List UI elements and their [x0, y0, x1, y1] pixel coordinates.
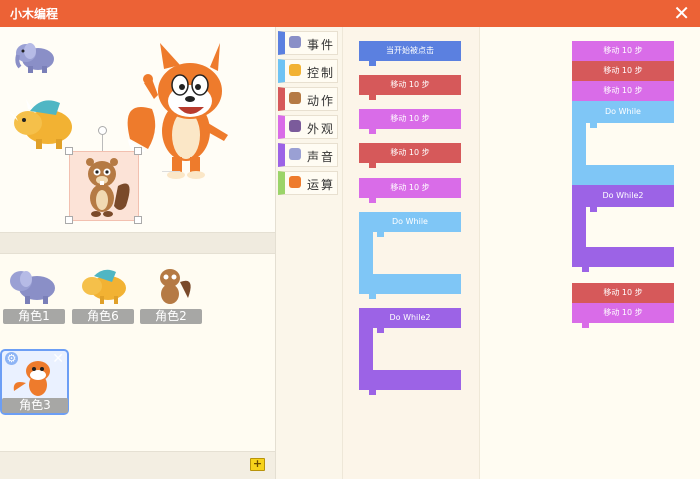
script-workspace[interactable]: 移动 10 步 移动 10 步 移动 10 步 Do While Do Whil…	[480, 27, 700, 479]
sprite-toolbar: +	[0, 451, 275, 479]
block-move-steps[interactable]: 移动 10 步	[359, 143, 461, 163]
elephant-sprite[interactable]	[14, 39, 58, 75]
sprite-card-2[interactable]: 角色2	[140, 262, 202, 324]
rotate-handle[interactable]	[98, 126, 107, 135]
title-bar: 小木编程 ✕	[0, 0, 700, 27]
looks-icon	[289, 120, 301, 132]
fox-sprite[interactable]	[124, 39, 244, 179]
sprite-label: 角色2	[140, 309, 202, 324]
category-control[interactable]: 控制	[278, 59, 338, 83]
block-move-steps[interactable]: 移动 10 步	[359, 75, 461, 95]
block-move-steps[interactable]: 移动 10 步	[572, 41, 674, 61]
category-looks[interactable]: 外观	[278, 115, 338, 139]
app-title: 小木编程	[10, 7, 59, 21]
stage[interactable]	[0, 27, 275, 232]
category-motion[interactable]: 动作	[278, 87, 338, 111]
selected-sprite-frame[interactable]	[69, 151, 139, 221]
squirrel-icon	[160, 269, 191, 304]
sprite-card-1[interactable]: 角色1	[3, 262, 65, 324]
close-icon[interactable]: ✕	[673, 2, 690, 24]
do-while-closing-bar	[572, 165, 674, 185]
panel-divider	[0, 232, 275, 254]
resize-handle-bottom-right[interactable]	[134, 216, 142, 224]
stage-marker	[162, 171, 180, 172]
block-move-steps[interactable]: 移动 10 步	[572, 283, 674, 303]
resize-handle-top-right[interactable]	[134, 147, 142, 155]
sprite-label: 角色3	[2, 398, 68, 413]
operator-icon	[289, 176, 301, 188]
block-when-start-clicked[interactable]: 当开始被点击	[359, 41, 461, 61]
block-move-steps[interactable]: 移动 10 步	[359, 109, 461, 129]
block-move-steps[interactable]: 移动 10 步	[572, 303, 674, 323]
fox-icon	[13, 361, 50, 396]
left-panel: 角色1 角色6 角色2 ⚙ ✕ 角色3 +	[0, 27, 276, 479]
block-move-steps[interactable]: 移动 10 步	[359, 178, 461, 198]
sprite-label: 角色1	[3, 309, 65, 324]
triceratops-sprite[interactable]	[8, 93, 78, 153]
squirrel-sprite	[86, 158, 130, 217]
block-palette: 当开始被点击 移动 10 步 移动 10 步 移动 10 步 移动 10 步 D…	[343, 27, 480, 479]
sprite-label: 角色6	[72, 309, 134, 324]
block-do-while2[interactable]: Do While2	[572, 185, 674, 272]
category-operator[interactable]: 运算	[278, 171, 338, 195]
sound-icon	[289, 148, 301, 160]
block-do-while2[interactable]: Do While2	[359, 308, 461, 395]
resize-handle-top-left[interactable]	[65, 147, 73, 155]
triceratops-icon	[82, 269, 126, 304]
resize-handle-bottom-left[interactable]	[65, 216, 73, 224]
category-event[interactable]: 事件	[278, 31, 338, 55]
elephant-icon	[10, 271, 55, 304]
control-icon	[289, 64, 301, 76]
block-do-while[interactable]: Do While	[359, 212, 461, 299]
sprite-card-3[interactable]: ⚙ ✕ 角色3	[0, 349, 69, 415]
event-icon	[289, 36, 301, 48]
motion-icon	[289, 92, 301, 104]
rotate-handle-line	[102, 135, 103, 151]
category-sound[interactable]: 声音	[278, 143, 338, 167]
sprite-list: 角色1 角色6 角色2 ⚙ ✕ 角色3	[0, 254, 275, 451]
add-sprite-folder-icon[interactable]: +	[250, 458, 265, 471]
category-list: 事件 控制 动作 外观 声音 运算	[276, 27, 343, 479]
block-move-steps[interactable]: 移动 10 步	[572, 61, 674, 81]
sprite-card-6[interactable]: 角色6	[72, 262, 134, 324]
block-move-steps[interactable]: 移动 10 步	[572, 81, 674, 101]
